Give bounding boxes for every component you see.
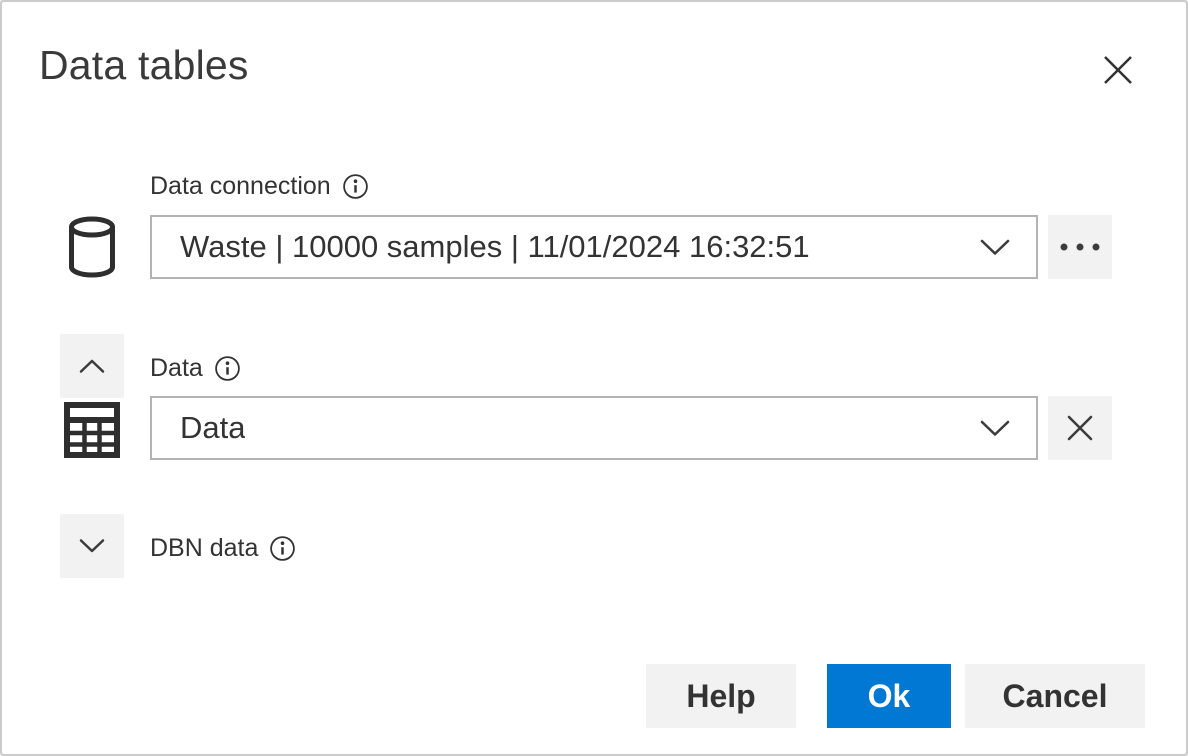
data-label: Data — [150, 354, 203, 383]
info-icon[interactable] — [214, 355, 241, 382]
data-connection-label: Data connection — [150, 172, 331, 201]
database-icon — [64, 214, 120, 280]
data-connection-value: Waste | 10000 samples | 11/01/2024 16:32… — [180, 229, 810, 265]
data-connection-more-button[interactable] — [1048, 215, 1112, 279]
chevron-down-icon — [980, 419, 1010, 437]
ok-button[interactable]: Ok — [827, 664, 951, 728]
ellipsis-icon — [1058, 242, 1102, 252]
data-tables-dialog: Data tables Data connection Waste | 1000… — [0, 0, 1188, 756]
close-icon — [1064, 412, 1096, 444]
dbn-data-label: DBN data — [150, 534, 258, 563]
info-icon[interactable] — [342, 173, 369, 200]
data-connection-label-row: Data connection — [150, 168, 369, 204]
chevron-up-icon — [79, 358, 105, 374]
info-icon[interactable] — [269, 535, 296, 562]
table-icon — [62, 400, 122, 460]
dialog-title: Data tables — [39, 42, 249, 89]
data-table-value: Data — [180, 410, 245, 446]
close-icon — [1101, 53, 1135, 87]
data-connection-select[interactable]: Waste | 10000 samples | 11/01/2024 16:32… — [150, 215, 1038, 279]
dbn-data-label-row: DBN data — [150, 530, 296, 566]
help-button[interactable]: Help — [646, 664, 796, 728]
data-label-row: Data — [150, 350, 241, 386]
chevron-down-icon — [980, 238, 1010, 256]
chevron-down-icon — [79, 538, 105, 554]
cancel-button[interactable]: Cancel — [965, 664, 1145, 728]
data-table-remove-button[interactable] — [1048, 396, 1112, 460]
data-table-select[interactable]: Data — [150, 396, 1038, 460]
data-section-collapse-button[interactable] — [60, 334, 124, 398]
dbn-section-expand-button[interactable] — [60, 514, 124, 578]
dialog-close-button[interactable] — [1096, 48, 1140, 92]
